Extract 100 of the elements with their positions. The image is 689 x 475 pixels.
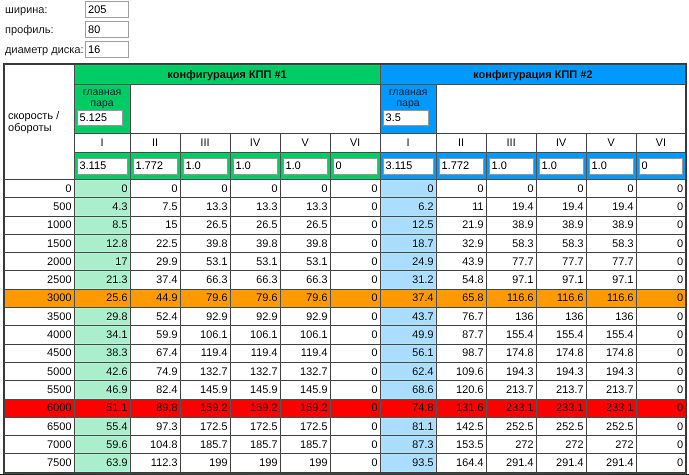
input-field[interactable]: 3.5 bbox=[382, 110, 429, 126]
field-label: ширина: bbox=[5, 4, 48, 16]
table-cell: 233.1 bbox=[586, 399, 636, 418]
table-cell: 11 bbox=[436, 198, 486, 216]
table-cell: 37.4 bbox=[380, 289, 436, 308]
table-cell: 92.9 bbox=[230, 308, 280, 326]
field-label: диаметр диска: bbox=[5, 44, 84, 56]
table-cell: 136 bbox=[536, 308, 586, 326]
input-field[interactable]: 1.0 bbox=[588, 158, 634, 174]
input-field[interactable]: 1.0 bbox=[182, 158, 228, 174]
table-cell: 44.9 bbox=[130, 289, 180, 308]
table-cell: 194.3 bbox=[586, 362, 636, 381]
input-field[interactable]: 16 bbox=[85, 41, 129, 58]
table-cell: 159.2 bbox=[180, 399, 230, 418]
table-cell: 106.1 bbox=[280, 326, 330, 344]
input-field[interactable]: 1.772 bbox=[132, 158, 178, 174]
table-cell: 0 bbox=[486, 180, 536, 198]
table-cell: 252.5 bbox=[536, 417, 586, 436]
table-cell: 272 bbox=[586, 436, 636, 454]
table-cell: 97.1 bbox=[536, 270, 586, 290]
input-field[interactable]: 5.125 bbox=[76, 110, 122, 126]
table-cell: 38.3 bbox=[74, 344, 130, 362]
table-cell: 0 bbox=[330, 308, 380, 326]
table-cell: 116.6 bbox=[486, 289, 536, 308]
table-cell: 185.7 bbox=[280, 436, 330, 454]
column-header: I bbox=[74, 134, 130, 152]
table-cell: 136 bbox=[586, 308, 636, 326]
table-cell: 116.6 bbox=[586, 289, 636, 308]
table-cell: 68.6 bbox=[380, 380, 436, 400]
input-field[interactable]: 3.115 bbox=[76, 158, 128, 174]
section-header: конфигурация КПП #1 bbox=[74, 64, 380, 84]
table-cell: 0 bbox=[330, 234, 380, 253]
table-cell: 98.7 bbox=[436, 344, 486, 362]
table-cell: 0 bbox=[436, 180, 486, 198]
table-cell: 77.7 bbox=[536, 252, 586, 271]
table-cell: 0 bbox=[230, 180, 280, 198]
table-cell: 233.1 bbox=[486, 399, 536, 418]
table-cell: 37.4 bbox=[130, 270, 180, 290]
table-cell: 0 bbox=[330, 198, 380, 216]
table-cell: 233.1 bbox=[536, 399, 586, 418]
table-cell: 66.3 bbox=[180, 270, 230, 290]
table-cell: 97.1 bbox=[486, 270, 536, 290]
input-field[interactable]: 3.115 bbox=[382, 158, 434, 174]
input-field[interactable]: 0 bbox=[332, 158, 378, 174]
input-field[interactable]: 80 bbox=[85, 21, 129, 38]
section-header: конфигурация КПП #2 bbox=[380, 64, 686, 84]
table-cell: 4500 bbox=[4, 344, 74, 362]
table-cell: 54.8 bbox=[436, 270, 486, 290]
table-cell: 500 bbox=[4, 198, 74, 216]
table-cell: 104.8 bbox=[130, 436, 180, 454]
table-cell: 252.5 bbox=[486, 417, 536, 436]
table-cell: 18.7 bbox=[380, 234, 436, 253]
table-cell: 26.5 bbox=[230, 216, 280, 234]
table-cell: 0 bbox=[330, 436, 380, 454]
table-cell: 59.9 bbox=[130, 326, 180, 344]
table-cell: 15 bbox=[130, 216, 180, 234]
table-cell: 109.6 bbox=[436, 362, 486, 381]
column-header: II bbox=[436, 134, 486, 152]
table-cell: 106.1 bbox=[230, 326, 280, 344]
table-cell: 38.9 bbox=[536, 216, 586, 234]
table-cell: 132.7 bbox=[280, 362, 330, 381]
table-cell: 0 bbox=[536, 180, 586, 198]
table-cell: 6000 bbox=[4, 399, 74, 418]
input-field[interactable]: 205 bbox=[85, 1, 129, 18]
table-cell: 4000 bbox=[4, 326, 74, 344]
table-cell: 0 bbox=[636, 399, 686, 418]
table-cell: 21.9 bbox=[436, 216, 486, 234]
table-cell: 4.3 bbox=[74, 198, 130, 216]
table-cell: 0 bbox=[330, 289, 380, 308]
input-field[interactable]: 1.772 bbox=[438, 158, 484, 174]
input-field[interactable]: 1.0 bbox=[282, 158, 328, 174]
input-field[interactable]: 1.0 bbox=[488, 158, 534, 174]
table-cell: 0 bbox=[330, 399, 380, 418]
table-cell: 145.9 bbox=[280, 380, 330, 400]
table-cell: 22.5 bbox=[130, 234, 180, 253]
table-cell: 39.8 bbox=[230, 234, 280, 253]
table-cell: 0 bbox=[330, 380, 380, 400]
table-cell: 26.5 bbox=[180, 216, 230, 234]
input-field[interactable]: 1.0 bbox=[232, 158, 278, 174]
table-cell: 0 bbox=[586, 180, 636, 198]
table-cell: 66.3 bbox=[280, 270, 330, 290]
table-cell: 213.7 bbox=[536, 380, 586, 400]
table-cell: 19.4 bbox=[586, 198, 636, 216]
table-cell: 56.1 bbox=[380, 344, 436, 362]
table-cell: 136 bbox=[486, 308, 536, 326]
table-cell: 46.9 bbox=[74, 380, 130, 400]
table-cell: 1500 bbox=[4, 234, 74, 253]
input-field[interactable]: 0 bbox=[638, 158, 684, 174]
table-cell: 119.4 bbox=[230, 344, 280, 362]
table-cell: 172.5 bbox=[230, 417, 280, 436]
table-cell: 26.5 bbox=[280, 216, 330, 234]
table-cell: 8.5 bbox=[74, 216, 130, 234]
table-cell: 53.1 bbox=[280, 252, 330, 271]
table-cell: 3500 bbox=[4, 308, 74, 326]
table-cell: 132.7 bbox=[230, 362, 280, 381]
table-cell: 93.5 bbox=[380, 454, 436, 473]
column-header: II bbox=[130, 134, 180, 152]
input-field[interactable]: 1.0 bbox=[538, 158, 584, 174]
table-cell: 87.3 bbox=[380, 436, 436, 454]
table-cell: 92.9 bbox=[180, 308, 230, 326]
